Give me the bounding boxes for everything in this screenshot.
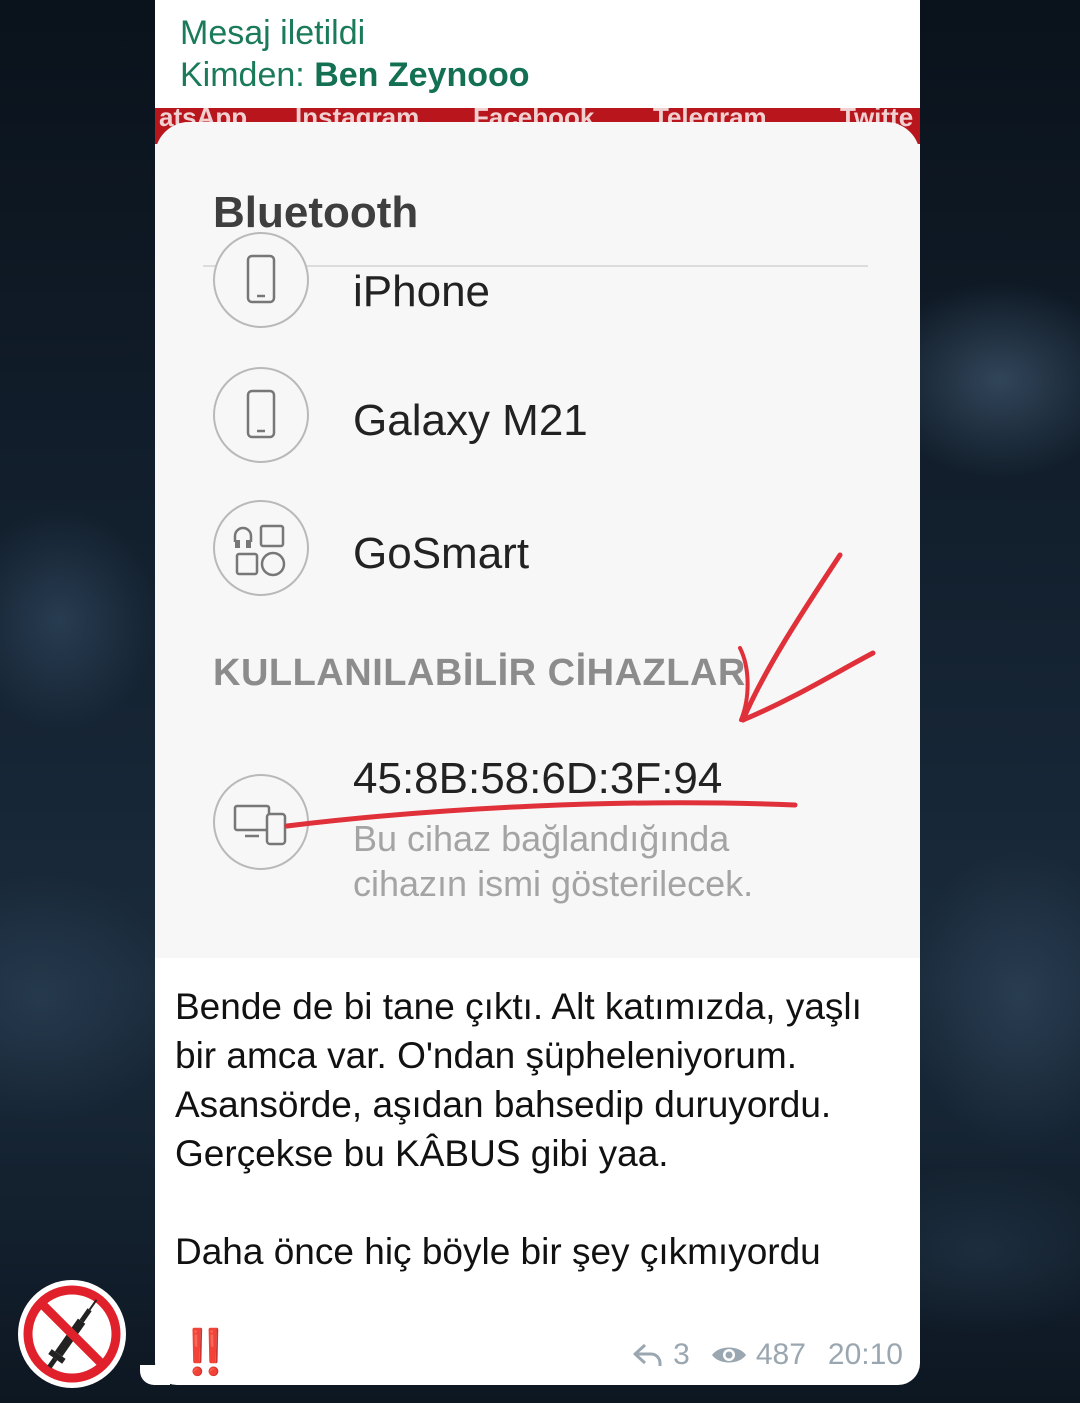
avatar[interactable] [18,1280,126,1388]
message-text: Bende de bi tane çıktı. Alt katımızda, y… [175,982,905,1276]
attached-screenshot[interactable]: atsApp Instagram Facebook Telegram Twitt… [155,108,920,958]
views-count: 487 [710,1338,806,1372]
reply-icon [633,1343,662,1366]
forward-title: Mesaj iletildi [180,14,366,52]
message-meta: 3 487 20:10 [631,1338,903,1372]
no-syringe-icon [23,1285,121,1383]
available-devices-label: KULLANILABİLİR CİHAZLAR [213,652,746,694]
forward-from-name[interactable]: Ben Zeynooo [314,56,529,94]
replies-count[interactable]: 3 [631,1338,690,1372]
phone-icon [213,232,309,328]
device-name-galaxy: Galaxy M21 [353,396,588,445]
bubble-tail [140,1365,170,1385]
device-mac-address: 45:8B:58:6D:3F:94 [353,754,723,803]
forward-from[interactable]: Kimden: Ben Zeynooo [180,54,530,96]
bluetooth-title: Bluetooth [213,188,419,237]
bluetooth-panel: Bluetooth iPhone Galaxy M21 GoSmart KULL… [155,122,920,958]
double-exclamation-emoji: ‼️ [178,1328,233,1377]
device-name-gosmart: GoSmart [353,529,530,578]
message-time: 20:10 [827,1338,903,1371]
forward-header[interactable]: Mesaj iletildi Kimden: Ben Zeynooo [180,12,530,96]
views-value: 487 [755,1338,806,1371]
message-paragraph: Bende de bi tane çıktı. Alt katımızda, y… [175,986,862,1174]
apps-icon [213,500,309,596]
device-hint: Bu cihaz bağlandığında cihazın ismi göst… [353,818,754,904]
eye-icon [711,1347,746,1363]
replies-value: 3 [673,1338,690,1371]
forward-from-label: Kimden: [180,56,305,94]
device-name-iphone: iPhone [353,267,491,316]
devices-icon [213,774,309,870]
phone-icon [213,367,309,463]
message-paragraph: Daha önce hiç böyle bir şey çıkmıyordu [175,1231,821,1272]
